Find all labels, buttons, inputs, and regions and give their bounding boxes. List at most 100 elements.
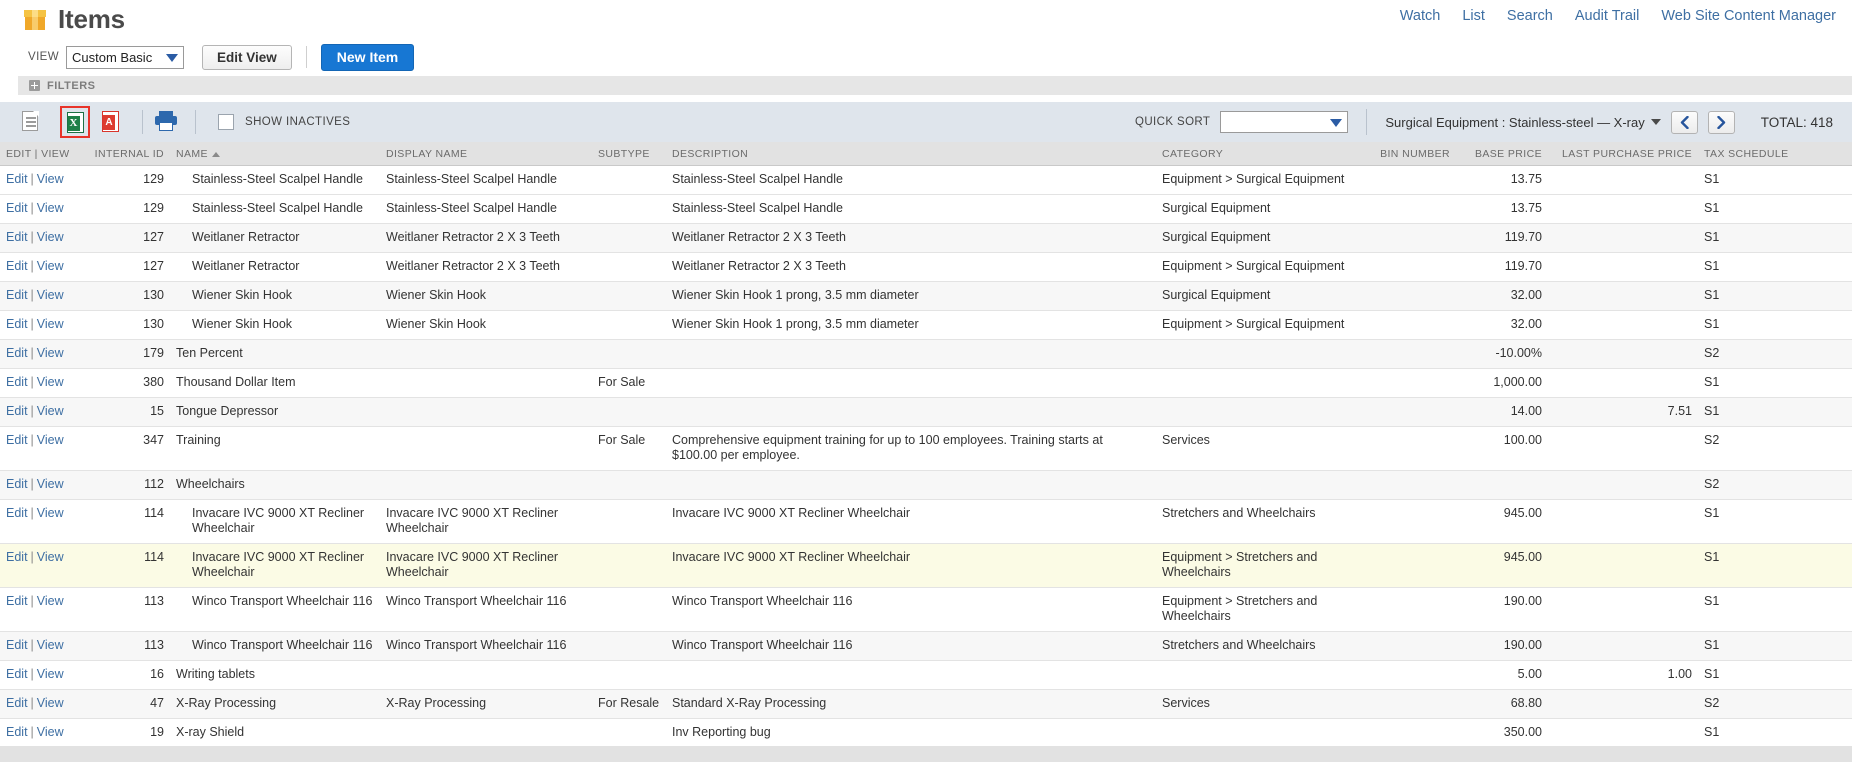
table-row[interactable]: Edit | View 127 Weitlaner Retractor Weitlaner…: [0, 252, 1852, 282]
table-row[interactable]: Edit | View 19 X-ray Shield Inv Reporting bug…: [0, 718, 1852, 746]
table-row[interactable]: Edit | View 113 Winco Transport Wheelchair 1…: [0, 631, 1852, 661]
table-row[interactable]: Edit | View 47 X-Ray Processing X-Ray Process…: [0, 689, 1852, 719]
edit-link[interactable]: Edit: [6, 667, 28, 681]
column-header-internal_id[interactable]: INTERNAL ID: [78, 142, 170, 166]
table-row[interactable]: Edit | View 114 Invacare IVC 9000 XT Recline…: [0, 543, 1852, 588]
view-link[interactable]: View: [37, 288, 64, 302]
cell-category: Equipment > Stretchers and Wheelchairs: [1156, 543, 1364, 588]
table-row[interactable]: Edit | View 15 Tongue Depressor 14.00 7.51 S1: [0, 397, 1852, 427]
edit-link[interactable]: Edit: [6, 288, 28, 302]
edit-view-button[interactable]: Edit View: [202, 44, 292, 70]
edit-link[interactable]: Edit: [6, 375, 28, 389]
table-row[interactable]: Edit | View 114 Invacare IVC 9000 XT Recline…: [0, 499, 1852, 544]
excel-export-icon[interactable]: X: [60, 106, 90, 138]
chevron-down-icon[interactable]: [1650, 119, 1661, 125]
edit-link[interactable]: Edit: [6, 230, 28, 244]
view-link[interactable]: View: [37, 477, 64, 491]
column-header-name[interactable]: NAME: [170, 142, 380, 166]
separator: |: [30, 346, 34, 360]
edit-link[interactable]: Edit: [6, 433, 28, 447]
edit-link[interactable]: Edit: [6, 172, 28, 186]
table-row[interactable]: Edit | View 129 Stainless-Steel Scalpel Hand…: [0, 194, 1852, 224]
view-link[interactable]: View: [37, 172, 64, 186]
column-header-display_name[interactable]: DISPLAY NAME: [380, 142, 592, 166]
cell-internal_id: 47: [78, 689, 170, 719]
total-count-label: TOTAL: 418: [1760, 114, 1834, 130]
filters-tab[interactable]: FILTERS: [18, 76, 1852, 95]
view-link[interactable]: View: [37, 404, 64, 418]
view-link[interactable]: View: [37, 667, 64, 681]
edit-link[interactable]: Edit: [6, 477, 28, 491]
cell-display_name: Weitlaner Retractor 2 X 3 Teeth: [380, 252, 592, 282]
column-header-category[interactable]: CATEGORY: [1156, 142, 1364, 166]
table-row[interactable]: Edit | View 179 Ten Percent -10.00% S2: [0, 339, 1852, 369]
print-icon[interactable]: [155, 111, 177, 133]
column-header-edit[interactable]: EDIT | VIEW: [0, 142, 78, 166]
table-row[interactable]: Edit | View 127 Weitlaner Retractor Weitlaner…: [0, 223, 1852, 253]
link-web-site-content-manager[interactable]: Web Site Content Manager: [1661, 8, 1836, 24]
link-list[interactable]: List: [1462, 8, 1485, 24]
edit-link[interactable]: Edit: [6, 594, 28, 608]
table-row[interactable]: Edit | View 113 Winco Transport Wheelchair 1…: [0, 587, 1852, 632]
table-row[interactable]: Edit | View 380 Thousand Dollar Item For Sale…: [0, 368, 1852, 398]
edit-link[interactable]: Edit: [6, 725, 28, 739]
edit-link[interactable]: Edit: [6, 259, 28, 273]
link-audit-trail[interactable]: Audit Trail: [1575, 8, 1639, 24]
cell-last_purchase_price: [1548, 470, 1698, 500]
cell-name: Invacare IVC 9000 XT Recliner Wheelchair: [170, 543, 380, 588]
edit-link[interactable]: Edit: [6, 201, 28, 215]
edit-link[interactable]: Edit: [6, 404, 28, 418]
cell-bin_number: [1364, 631, 1456, 661]
previous-page-button[interactable]: [1670, 110, 1698, 134]
link-watch[interactable]: Watch: [1400, 8, 1441, 24]
column-header-subtype[interactable]: SUBTYPE: [592, 142, 666, 166]
column-header-last_purchase_price[interactable]: LAST PURCHASE PRICE: [1548, 142, 1698, 166]
view-link[interactable]: View: [37, 638, 64, 652]
table-row[interactable]: Edit | View 129 Stainless-Steel Scalpel Hand…: [0, 165, 1852, 195]
column-header-bin_number[interactable]: BIN NUMBER: [1364, 142, 1456, 166]
edit-link[interactable]: Edit: [6, 696, 28, 710]
view-link[interactable]: View: [37, 317, 64, 331]
view-link[interactable]: View: [37, 725, 64, 739]
view-link[interactable]: View: [37, 696, 64, 710]
column-header-description[interactable]: DESCRIPTION: [666, 142, 1156, 166]
view-link[interactable]: View: [37, 506, 64, 520]
quick-sort-select[interactable]: [1220, 111, 1349, 133]
view-link[interactable]: View: [37, 346, 64, 360]
next-page-button[interactable]: [1707, 110, 1735, 134]
edit-link[interactable]: Edit: [6, 638, 28, 652]
column-header-base_price[interactable]: BASE PRICE: [1456, 142, 1548, 166]
pdf-export-icon[interactable]: A: [102, 111, 122, 133]
table-row[interactable]: Edit | View 347 Training For Sale Comprehensiv…: [0, 426, 1852, 471]
row-actions: Edit | View: [0, 397, 78, 427]
table-row[interactable]: Edit | View 130 Wiener Skin Hook Wiener Skin …: [0, 310, 1852, 340]
view-link[interactable]: View: [37, 550, 64, 564]
chevron-down-icon: [1330, 119, 1343, 127]
view-link[interactable]: View: [37, 433, 64, 447]
separator: |: [30, 433, 34, 447]
table-row[interactable]: Edit | View 112 Wheelchairs S2: [0, 470, 1852, 500]
view-link[interactable]: View: [37, 201, 64, 215]
csv-export-icon[interactable]: [22, 110, 42, 133]
table-row[interactable]: Edit | View 16 Writing tablets 5.00 1.00 S1: [0, 660, 1852, 690]
view-link[interactable]: View: [37, 259, 64, 273]
edit-link[interactable]: Edit: [6, 550, 28, 564]
items-table-container[interactable]: EDIT | VIEW INTERNAL ID NAME DISPLAY NAME SU…: [0, 142, 1852, 746]
row-actions: Edit | View: [0, 689, 78, 719]
show-inactives-checkbox[interactable]: [218, 114, 234, 130]
column-header-tax_schedule[interactable]: TAX SCHEDULE: [1698, 142, 1852, 166]
cell-description: Winco Transport Wheelchair 116: [666, 587, 1156, 632]
view-link[interactable]: View: [37, 230, 64, 244]
view-link[interactable]: View: [37, 594, 64, 608]
table-row[interactable]: Edit | View 130 Wiener Skin Hook Wiener Skin …: [0, 281, 1852, 311]
edit-link[interactable]: Edit: [6, 317, 28, 331]
edit-link[interactable]: Edit: [6, 506, 28, 520]
view-select[interactable]: Custom Basic: [66, 45, 184, 69]
cell-tax_schedule: S1: [1698, 368, 1852, 398]
link-search[interactable]: Search: [1507, 8, 1553, 24]
cell-category: [1156, 660, 1364, 690]
view-link[interactable]: View: [37, 375, 64, 389]
edit-link[interactable]: Edit: [6, 346, 28, 360]
cell-name: Training: [170, 426, 380, 471]
new-item-button[interactable]: New Item: [320, 43, 415, 71]
